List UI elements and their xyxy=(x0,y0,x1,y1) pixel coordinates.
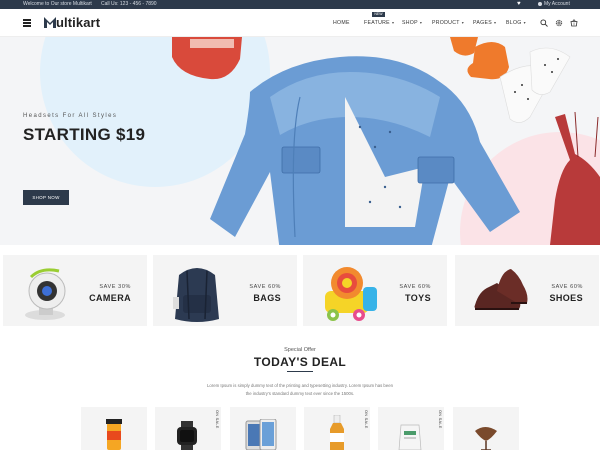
top-bar: Welcome to Our store Multikart Call Us: … xyxy=(0,0,600,9)
gear-icon[interactable] xyxy=(555,19,563,27)
powder-image xyxy=(398,424,422,450)
on-sale-tag: ON SALE xyxy=(215,410,219,429)
nav-home-label: HOME xyxy=(333,20,350,26)
product-card-watch[interactable]: ON SALE xyxy=(155,407,221,450)
cart-icon[interactable] xyxy=(570,19,578,27)
hero-fashion-image xyxy=(172,37,600,245)
user-icon xyxy=(538,1,542,6)
juice-image xyxy=(106,419,122,450)
category-card-camera[interactable]: SAVE 30% CAMERA xyxy=(3,255,147,326)
nav-home[interactable]: HOME xyxy=(333,20,350,26)
wishlist-heart-icon[interactable]: ♥ xyxy=(517,0,521,9)
section-kicker: Special Offer xyxy=(284,347,316,353)
section-title: TODAY'S DEAL xyxy=(253,355,347,369)
shop-now-button[interactable]: SHOP NOW xyxy=(23,190,69,205)
nav-blog-label: BLOG xyxy=(506,20,522,26)
bottle-image xyxy=(330,415,344,450)
on-sale-tag: ON SALE xyxy=(438,410,442,429)
backpack-image xyxy=(173,268,219,322)
title-underline xyxy=(287,371,313,372)
chair-image xyxy=(475,427,497,450)
nav-feature[interactable]: FEATURE ▾ xyxy=(364,20,394,26)
nav-pages-label: PAGES xyxy=(473,20,492,26)
hero-kicker: Headsets For All Styles xyxy=(23,113,118,119)
my-account-label: My Account xyxy=(544,1,570,7)
nav-pages[interactable]: PAGES ▾ xyxy=(473,20,496,26)
category-name: SHOES xyxy=(549,293,583,303)
description-line: Lorem Ipsum is simply dummy text of the … xyxy=(207,383,393,388)
nav-shop-label: SHOP xyxy=(402,20,418,26)
chevron-down-icon: ▾ xyxy=(523,20,526,25)
nav-product[interactable]: PRODUCT ▾ xyxy=(432,20,464,26)
category-card-bags[interactable]: SAVE 60% BAGS xyxy=(153,255,297,326)
category-name: CAMERA xyxy=(89,293,131,303)
category-name: BAGS xyxy=(253,293,281,303)
product-card-chair[interactable] xyxy=(453,407,519,450)
chevron-down-icon: ▾ xyxy=(494,20,497,25)
hero-banner: Headsets For All Styles STARTING $19 SHO… xyxy=(0,37,600,245)
description-line: the industry's standard dummy text ever … xyxy=(245,391,355,396)
product-card-powder[interactable]: ON SALE xyxy=(378,407,444,450)
category-save: SAVE 60% xyxy=(551,284,583,290)
menu-hamburger-icon[interactable] xyxy=(23,19,31,27)
category-save: SAVE 60% xyxy=(399,284,431,290)
call-us-text: Call Us: 123 - 456 - 7890 xyxy=(101,1,157,7)
search-icon[interactable] xyxy=(540,19,548,27)
welcome-text: Welcome to Our store Multikart xyxy=(23,1,92,7)
nav-shop[interactable]: SHOP ▾ xyxy=(402,20,422,26)
category-save: SAVE 30% xyxy=(99,284,131,290)
nav-product-label: PRODUCT xyxy=(432,20,460,26)
category-name: TOYS xyxy=(405,293,431,303)
chevron-down-icon: ▾ xyxy=(419,20,423,25)
chevron-down-icon: ▾ xyxy=(461,20,465,25)
category-save: SAVE 60% xyxy=(249,284,281,290)
watch-image xyxy=(177,421,197,450)
category-card-shoes[interactable]: SAVE 60% SHOES xyxy=(455,255,599,326)
camera-image xyxy=(25,268,66,320)
on-sale-tag: ON SALE xyxy=(364,410,368,429)
toy-image xyxy=(325,267,377,321)
shoes-image xyxy=(474,269,528,310)
section-description: Lorem Ipsum is simply dummy text of the … xyxy=(190,382,410,398)
hero-title: STARTING $19 xyxy=(23,125,146,144)
main-header: ultikart HOME FEATURE ▾ SHOP ▾ PRODUCT ▾ PA… xyxy=(0,9,600,37)
phone-image xyxy=(245,419,277,450)
product-card-bottle[interactable]: ON SALE xyxy=(304,407,370,450)
product-card-juice[interactable] xyxy=(81,407,147,450)
nav-feature-label: FEATURE xyxy=(364,20,390,26)
my-account-link[interactable]: My Account xyxy=(538,0,570,9)
category-card-toys[interactable]: SAVE 60% TOYS xyxy=(303,255,447,326)
logo-m-mark-icon xyxy=(44,17,56,28)
new-badge: NEW xyxy=(372,12,385,17)
nav-blog[interactable]: BLOG ▾ xyxy=(506,20,526,26)
product-card-phone[interactable] xyxy=(230,407,296,450)
logo-text: ultikart xyxy=(56,15,101,30)
chevron-down-icon: ▾ xyxy=(391,20,395,25)
